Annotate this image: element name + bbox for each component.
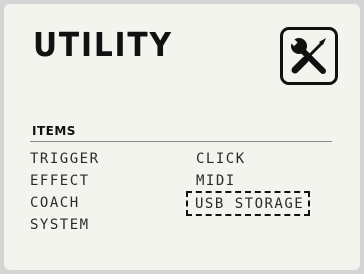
tools-icon[interactable] [280,27,338,85]
section-divider [30,141,332,142]
menu-item-effect[interactable]: EFFECT [30,172,90,190]
menu-item-usb-storage-selected[interactable]: USB STORAGE [186,191,311,216]
menu-item-click[interactable]: CLICK [196,150,246,168]
utility-screen: UTILITY ITEMS TRIGGER EFFECT COACH SYSTE… [4,4,360,270]
wrench-screwdriver-icon [288,36,326,74]
page-title: UTILITY [33,25,173,64]
menu-item-system[interactable]: SYSTEM [30,216,90,234]
menu-item-trigger[interactable]: TRIGGER [30,150,100,168]
menu-item-coach[interactable]: COACH [30,194,80,212]
items-section-label: ITEMS [32,124,76,138]
menu-item-midi[interactable]: MIDI [196,172,236,190]
